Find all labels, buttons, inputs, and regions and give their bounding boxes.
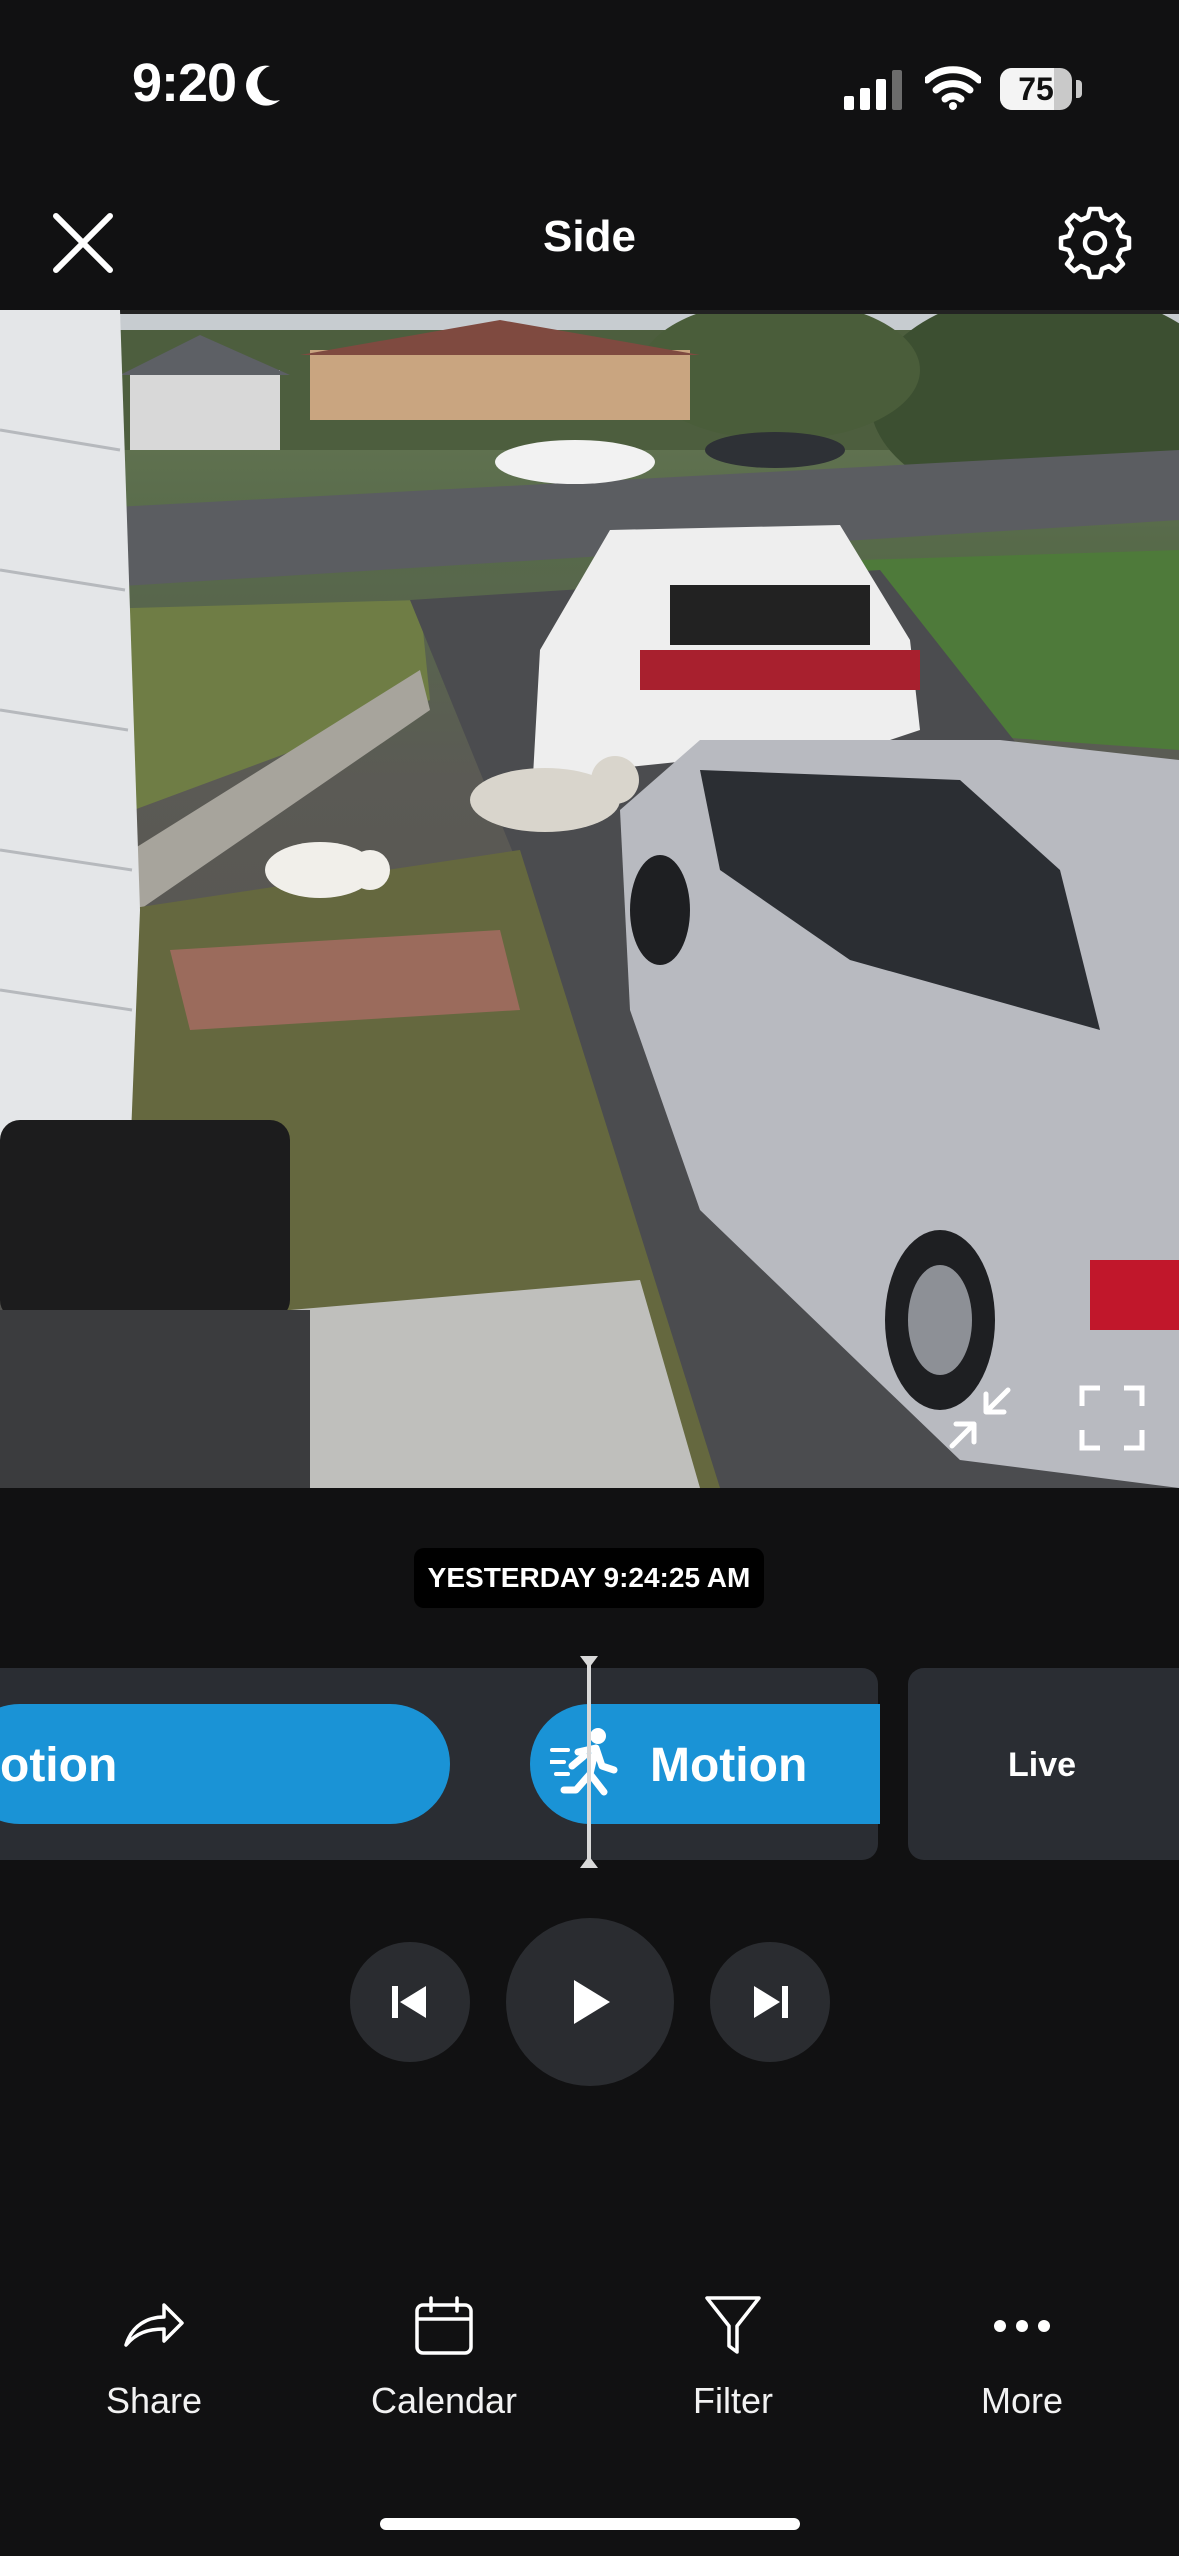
gear-icon — [1058, 206, 1132, 280]
event-label: Motion — [650, 1739, 808, 1792]
playhead-bottom-marker — [580, 1856, 598, 1868]
settings-button[interactable] — [1050, 200, 1140, 286]
play-icon — [574, 1980, 610, 2024]
moon-icon — [246, 65, 280, 106]
live-label: Live — [1008, 1746, 1077, 1784]
calendar-icon — [415, 2296, 473, 2355]
camera-video-player[interactable] — [0, 310, 1179, 1488]
page-title: Side — [543, 212, 636, 261]
filter-button[interactable]: Filter — [633, 2290, 833, 2422]
share-icon — [124, 2303, 184, 2347]
skip-next-icon — [754, 1986, 788, 2018]
playhead-top-marker — [580, 1656, 598, 1668]
battery-nub — [1076, 80, 1082, 98]
next-event-button[interactable] — [710, 1942, 830, 2062]
play-button[interactable] — [506, 1918, 674, 2086]
more-label: More — [980, 2380, 1064, 2421]
battery-indicator: 75 — [1000, 68, 1072, 110]
minimize-video-button[interactable] — [940, 1378, 1020, 1458]
calendar-button[interactable]: Calendar — [344, 2290, 544, 2422]
filter-label: Filter — [693, 2380, 773, 2421]
timeline-playhead[interactable] — [587, 1660, 591, 1868]
skip-previous-icon — [392, 1986, 426, 2018]
status-time: 9:20 — [132, 53, 237, 113]
home-indicator[interactable] — [380, 2518, 800, 2530]
filter-icon — [705, 2296, 761, 2354]
share-button[interactable]: Share — [54, 2290, 254, 2422]
fullscreen-button[interactable] — [1072, 1378, 1152, 1458]
more-icon — [994, 2320, 1050, 2332]
more-button[interactable]: More — [922, 2290, 1122, 2422]
camera-frame-image — [0, 310, 1179, 1488]
collapse-icon — [949, 1387, 1011, 1449]
event-label: otion — [0, 1739, 118, 1792]
previous-event-button[interactable] — [350, 1942, 470, 2062]
fullscreen-icon — [1079, 1385, 1145, 1451]
battery-percent: 75 — [1018, 71, 1054, 107]
motion-running-icon — [550, 1728, 618, 1796]
video-timestamp: YESTERDAY 9:24:25 AM — [414, 1548, 764, 1608]
cellular-signal-icon — [844, 70, 902, 110]
share-label: Share — [105, 2380, 203, 2421]
calendar-label: Calendar — [370, 2380, 518, 2421]
wifi-icon — [925, 66, 981, 110]
